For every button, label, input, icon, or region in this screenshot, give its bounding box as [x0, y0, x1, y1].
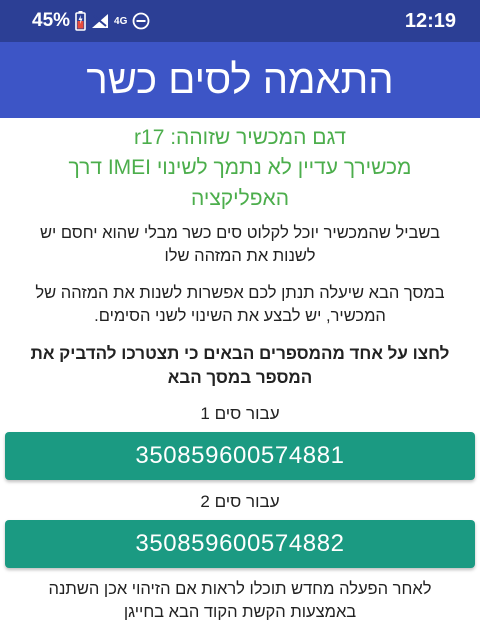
clock: 12:19: [404, 9, 456, 32]
sim1-imei-value: 350859600574881: [135, 442, 345, 469]
status-bar: 45% 4G 12:19: [0, 0, 480, 42]
app-bar: התאמה לסים כשר: [0, 42, 480, 118]
signal-icon: [92, 14, 109, 28]
copy-instruction: לחצו על אחד מהמספרים הבאים כי תצטרכו להד…: [30, 344, 450, 387]
status-left: 45% 4G: [32, 10, 150, 32]
sim2-imei-value: 350859600574882: [135, 530, 345, 557]
sim2-imei-button[interactable]: 350859600574882: [5, 520, 475, 568]
device-model-line: דגם המכשיר שזוהה: r17: [134, 126, 346, 149]
sim1-label: עבור סים 1: [200, 404, 280, 423]
sim2-label: עבור סים 2: [200, 492, 280, 511]
instructions-paragraph-2: במסך הבא שיעלה תנתן לכם אפשרות לשנות את …: [35, 284, 445, 325]
instructions-paragraph-1: בשביל שהמכשיר יוכל לקלוט סים כשר מבלי שה…: [39, 224, 440, 265]
battery-icon: [75, 11, 86, 31]
do-not-disturb-icon: [132, 12, 150, 30]
battery-percent: 45%: [32, 10, 71, 31]
network-type-label: 4G: [114, 15, 128, 27]
after-restart-note: לאחר הפעלה מחדש תוכלו לראות אם הזיהוי אכ…: [48, 580, 432, 621]
sim1-imei-button[interactable]: 350859600574881: [5, 432, 475, 480]
imei-support-warning: מכשירך עדיין לא נתמך לשינוי IMEI דרך האפ…: [68, 156, 412, 210]
app-title: התאמה לסים כשר: [86, 57, 394, 102]
main-content: דגם המכשיר שזוהה: r17 מכשירך עדיין לא נת…: [0, 118, 480, 640]
